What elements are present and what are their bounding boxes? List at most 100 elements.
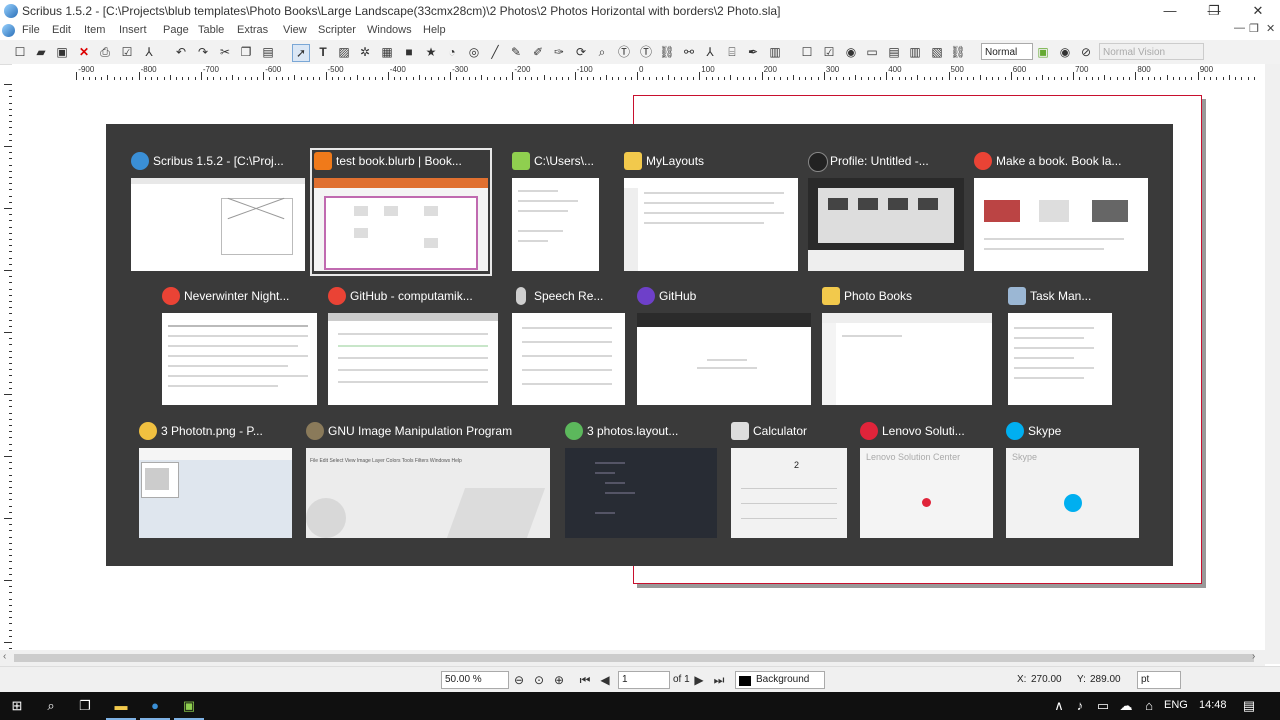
shape-icon[interactable]: ■ (401, 44, 417, 60)
zoom-in-icon[interactable]: ⊕ (552, 673, 566, 687)
spiral-icon[interactable]: ◎ (466, 44, 482, 60)
task-photo-books[interactable]: Photo Books (822, 287, 992, 407)
pdf-push-button-icon[interactable]: ☐ (799, 44, 815, 60)
undo-icon[interactable]: ↶ (173, 44, 189, 60)
unit-select[interactable]: pt (1137, 671, 1181, 689)
task-gimp[interactable]: GNU Image Manipulation Program File Edit… (306, 422, 550, 540)
doc-minimize-button[interactable]: — (1234, 22, 1245, 34)
menu-file[interactable]: File (22, 24, 40, 36)
first-page-icon[interactable]: ⏮ (578, 673, 592, 688)
story-editor-icon[interactable]: Ⓣ (638, 44, 654, 60)
task-paint[interactable]: 3 Phototn.png - P... (139, 422, 292, 540)
print-icon[interactable]: ⎙ (97, 44, 113, 60)
menu-edit[interactable]: Edit (52, 24, 71, 36)
pdf-text-annotation-icon[interactable]: ▧ (929, 44, 945, 60)
scroll-right-icon[interactable]: › (1252, 651, 1255, 662)
pdf-list-box-icon[interactable]: ▥ (907, 44, 923, 60)
menu-help[interactable]: Help (423, 24, 446, 36)
horizontal-scrollbar[interactable]: ‹ › (0, 650, 1265, 666)
image-frame-icon[interactable]: ▨ (336, 44, 352, 60)
task-chrome-github[interactable]: GitHub - computamik... (328, 287, 498, 407)
language-indicator[interactable]: ENG (1164, 699, 1188, 711)
horizontal-scroll-thumb[interactable] (14, 654, 1254, 662)
task-view-icon[interactable]: ❐ (76, 697, 94, 715)
doc-restore-button[interactable]: ❐ (1249, 22, 1259, 35)
task-booksmart[interactable]: test book.blurb | Book... (310, 148, 492, 276)
open-folder-icon[interactable]: ▰ (33, 44, 49, 60)
previous-page-icon[interactable]: ◀ (598, 673, 612, 687)
link-frames-icon[interactable]: ⛓ (659, 44, 675, 60)
copy-icon[interactable]: ❐ (238, 44, 254, 60)
polygon-icon[interactable]: ★ (423, 44, 439, 60)
menu-windows[interactable]: Windows (367, 24, 412, 36)
menu-table[interactable]: Table (198, 24, 224, 36)
window-minimize-button[interactable]: — (1148, 0, 1192, 22)
pdf-link-annotation-icon[interactable]: ⛓ (950, 44, 966, 60)
search-icon[interactable]: ⌕ (42, 697, 60, 715)
task-notepadpp[interactable]: C:\Users\... (512, 152, 599, 272)
pdf-checkbox-icon[interactable]: ☑ (821, 44, 837, 60)
pdf-radio-icon[interactable]: ◉ (843, 44, 859, 60)
task-github-desktop[interactable]: GitHub (637, 287, 811, 407)
text-frame-icon[interactable]: T (315, 44, 331, 60)
bezier-icon[interactable]: ✎ (508, 44, 524, 60)
task-atom[interactable]: 3 photos.layout... (565, 422, 717, 540)
menu-item[interactable]: Item (84, 24, 105, 36)
select-tool-icon[interactable]: ➚ (292, 44, 310, 62)
scroll-left-icon[interactable]: ‹ (3, 651, 6, 662)
calligraphy-icon[interactable]: ✑ (551, 44, 567, 60)
edit-in-preview-icon[interactable]: ⊘ (1078, 44, 1094, 60)
zoom-field[interactable]: 50.00 % (441, 671, 509, 689)
task-scribus[interactable]: Scribus 1.5.2 - [C:\Proj... (131, 152, 305, 272)
onedrive-icon[interactable]: ☁ (1117, 697, 1135, 715)
render-frame-icon[interactable]: ✲ (357, 44, 373, 60)
line-icon[interactable]: ╱ (487, 44, 503, 60)
file-explorer-icon[interactable]: ▬ (112, 697, 130, 715)
view-mode-select[interactable]: Normal (981, 43, 1033, 60)
next-page-icon[interactable]: ▶ (692, 673, 706, 687)
arc-icon[interactable]: ◔ (444, 44, 460, 60)
copy-properties-icon[interactable]: ⌸ (724, 44, 740, 60)
freehand-icon[interactable]: ✐ (530, 44, 546, 60)
doc-close-button[interactable]: ✕ (1266, 22, 1275, 35)
volume-icon[interactable]: ♪ (1071, 697, 1089, 715)
edit-text-icon[interactable]: Ⓣ (616, 44, 632, 60)
notepadpp-taskbar-icon[interactable]: ▣ (180, 697, 198, 715)
preview-mode-icon[interactable]: ◉ (1057, 44, 1073, 60)
task-speech-recognition[interactable]: Speech Re... (512, 287, 625, 407)
scribus-taskbar-icon[interactable]: ● (146, 697, 164, 715)
last-page-icon[interactable]: ⏭ (712, 673, 726, 688)
task-chrome-make-a-book[interactable]: Make a book. Book la... (974, 152, 1148, 272)
zoom-icon[interactable]: ⌕ (594, 44, 610, 60)
eyedropper-icon[interactable]: ✒ (745, 44, 761, 60)
task-skype[interactable]: Skype Skype (1006, 422, 1139, 540)
menu-insert[interactable]: Insert (119, 24, 147, 36)
measure-icon[interactable]: ⅄ (702, 44, 718, 60)
redo-icon[interactable]: ↷ (195, 44, 211, 60)
rotate-icon[interactable]: ⟳ (573, 44, 589, 60)
barcode-icon[interactable]: ▥ (767, 44, 783, 60)
close-document-icon[interactable]: ✕ (76, 44, 92, 60)
menu-page[interactable]: Page (163, 24, 189, 36)
task-mylayouts[interactable]: MyLayouts (624, 152, 798, 272)
vision-select[interactable]: Normal Vision (1099, 43, 1204, 60)
paste-icon[interactable]: ▤ (260, 44, 276, 60)
pdf-combo-box-icon[interactable]: ▤ (886, 44, 902, 60)
save-icon[interactable]: ▣ (54, 44, 70, 60)
clock[interactable]: 14:48 (1199, 699, 1227, 711)
task-obs[interactable]: Profile: Untitled -... (808, 152, 964, 272)
start-windows-icon[interactable]: ⊞ (8, 697, 26, 715)
vertical-scrollbar[interactable] (1265, 64, 1280, 664)
menu-scripter[interactable]: Scripter (318, 24, 356, 36)
zoom-out-icon[interactable]: ⊖ (512, 673, 526, 687)
menu-extras[interactable]: Extras (237, 24, 268, 36)
window-close-button[interactable]: ✕ (1236, 0, 1280, 22)
tray-overflow-icon[interactable]: ∧ (1050, 697, 1068, 715)
window-restore-button[interactable]: ❐ (1192, 0, 1236, 22)
task-task-manager[interactable]: Task Man... (1008, 287, 1112, 407)
pdf-text-field-icon[interactable]: ▭ (864, 44, 880, 60)
page-number-field[interactable]: 1 (618, 671, 670, 689)
cut-icon[interactable]: ✂ (217, 44, 233, 60)
color-management-icon[interactable]: ▣ (1035, 44, 1051, 60)
battery-icon[interactable]: ▭ (1094, 697, 1112, 715)
